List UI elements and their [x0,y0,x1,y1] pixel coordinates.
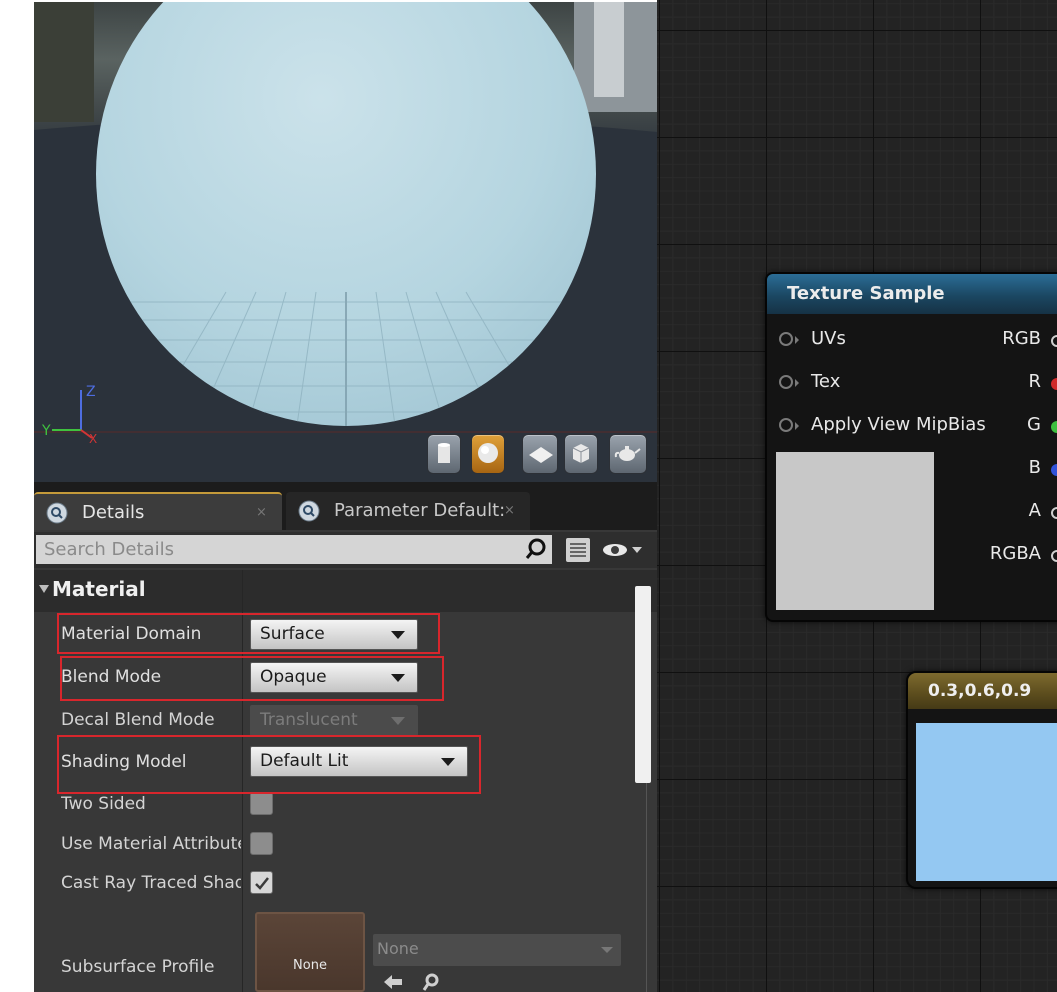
input-pin-label: Tex [811,371,841,392]
constant3vector-title: 0.3,0.6,0.9 [908,673,1057,709]
collapse-arrow-icon[interactable] [39,585,49,593]
thumbnail-none-label: None [293,958,327,973]
use-selected-arrow-icon[interactable] [382,972,404,992]
sphere-preview-button[interactable] [471,434,505,474]
chevron-down-icon [391,717,405,725]
shading-model-value: Default Lit [260,751,349,771]
tab-details-label: Details [82,502,145,523]
details-panel: Details × Parameter Default: × Material [34,482,657,992]
blend-mode-label: Blend Mode [61,667,162,687]
material-domain-label: Material Domain [61,624,202,644]
input-pin-icon[interactable] [779,375,799,389]
eye-icon[interactable] [600,541,644,559]
use-material-attributes-label: Use Material Attribute [61,834,241,854]
close-icon[interactable]: × [504,492,515,530]
subsurface-profile-label: Subsurface Profile [61,957,215,977]
preview-scene: Z Y X [34,2,657,482]
category-material[interactable]: Material [34,570,657,612]
teapot-preview-icon [614,446,641,461]
decal-blend-mode-value: Translucent [260,710,358,730]
checkmark-icon [255,877,269,890]
tab-parameter-defaults-label: Parameter Default: [334,500,506,521]
use-material-attributes-checkbox[interactable] [250,832,273,855]
subsurface-profile-thumbnail[interactable]: None [255,912,365,992]
input-pin-label: Apply View MipBias [811,414,986,435]
background-foliage [34,2,94,122]
material-domain-value: Surface [260,624,325,644]
tab-details[interactable]: Details × [34,492,282,530]
parameter-magnifier-icon [298,500,320,522]
search-icon[interactable] [524,537,548,561]
grid-icon [570,543,586,557]
material-domain-dropdown[interactable]: Surface [250,619,418,650]
shading-model-label: Shading Model [61,752,187,772]
teapot-preview-button[interactable] [609,434,647,474]
output-label-rgb: RGB [1002,328,1041,349]
axis-label-x: X [89,432,97,446]
output-pin-rgb[interactable] [1051,335,1057,347]
cube-preview-button[interactable] [564,434,598,474]
background-window [594,2,624,97]
output-label-rgba: RGBA [989,543,1041,564]
texture-preview-swatch [776,452,934,610]
cast-ray-traced-shadows-checkbox[interactable] [250,871,273,894]
output-pin-rgba[interactable] [1051,550,1057,562]
plane-preview-button[interactable] [522,434,558,474]
tab-parameter-defaults[interactable]: Parameter Default: × [286,492,530,530]
constant-color-swatch [916,723,1057,881]
decal-blend-mode-dropdown: Translucent [250,705,418,736]
cylinder-preview-button[interactable] [427,434,461,474]
decal-blend-mode-label: Decal Blend Mode [61,710,215,730]
output-label-b: B [1028,457,1041,478]
output-pin-g[interactable] [1051,421,1057,433]
input-pin-label: UVs [811,328,846,349]
two-sided-label: Two Sided [61,794,146,814]
shading-model-dropdown[interactable]: Default Lit [250,746,468,777]
search-row [34,532,657,568]
blend-mode-dropdown[interactable]: Opaque [250,662,418,693]
two-sided-checkbox[interactable] [250,792,273,815]
close-icon[interactable]: × [256,494,267,530]
input-pin-icon[interactable] [779,332,799,346]
constant3vector-node[interactable]: 0.3,0.6,0.9 [906,671,1057,889]
input-pin-icon[interactable] [779,418,799,432]
property-matrix-button[interactable] [566,538,590,562]
plane-preview-icon [529,447,553,463]
browse-search-icon[interactable] [420,972,442,992]
chevron-down-icon [391,631,405,639]
output-label-g: G [1027,414,1041,435]
output-pin-b[interactable] [1051,464,1057,476]
sphere-preview-icon [478,443,498,463]
axis-label-z: Z [86,384,96,400]
output-label-a: A [1028,500,1041,521]
material-preview-viewport[interactable]: Z Y X [34,2,657,482]
details-scrollbar-thumb[interactable] [635,586,651,783]
axis-label-y: Y [41,423,51,439]
texture-sample-node[interactable]: Texture Sample UVs Tex Apply View MipBia… [765,272,1057,622]
blend-mode-value: Opaque [260,667,327,687]
cast-ray-traced-shadows-label: Cast Ray Traced Shad [61,873,241,893]
cube-preview-icon [572,444,590,463]
cylinder-preview-icon [438,443,450,463]
chevron-down-icon [441,758,455,766]
subsurface-profile-asset-picker[interactable]: None [373,934,621,966]
search-details-input[interactable] [36,535,552,564]
details-scrollbar-track[interactable] [646,783,647,992]
output-pin-a[interactable] [1051,507,1057,519]
output-label-r: R [1028,371,1041,392]
chevron-down-icon [391,674,405,682]
column-divider[interactable] [242,570,243,992]
material-graph-canvas[interactable]: Texture Sample UVs Tex Apply View MipBia… [657,0,1057,992]
output-pin-r[interactable] [1051,378,1057,390]
panel-tab-bar: Details × Parameter Default: × [34,482,657,530]
details-magnifier-icon [46,502,68,524]
asset-picker-value: None [377,939,419,958]
chevron-down-icon [601,947,613,953]
texture-sample-title: Texture Sample [767,274,1057,314]
category-material-label: Material [52,577,146,601]
